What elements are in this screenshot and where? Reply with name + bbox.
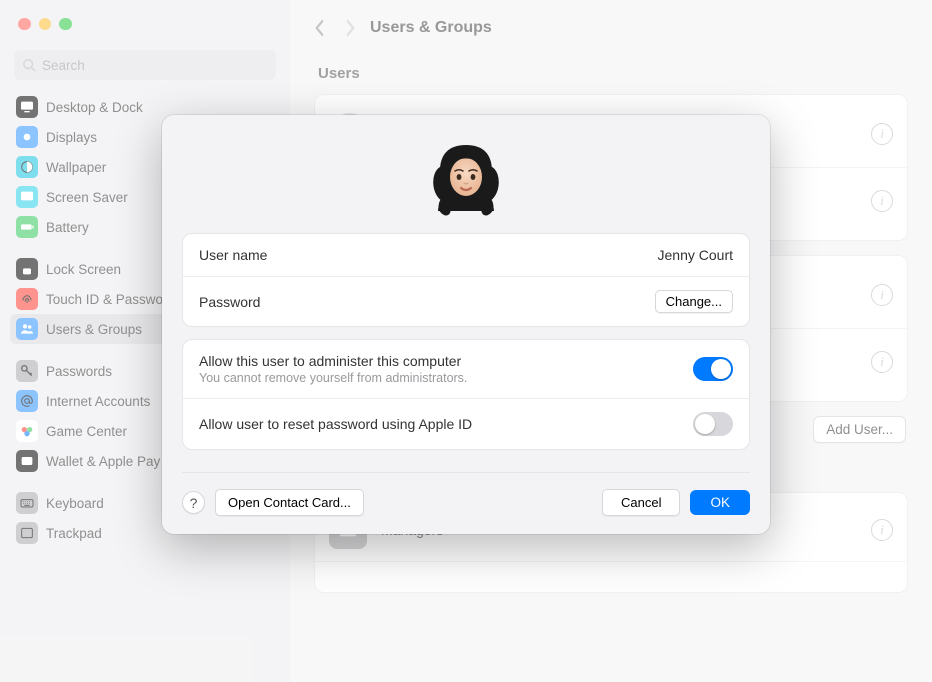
admin-row: Allow this user to administer this compu… xyxy=(183,340,749,398)
cancel-button[interactable]: Cancel xyxy=(602,489,680,516)
password-row: Password Change... xyxy=(183,276,749,326)
apple-id-label: Allow user to reset password using Apple… xyxy=(199,416,693,432)
dialog-card-2: Allow this user to administer this compu… xyxy=(182,339,750,450)
help-button[interactable]: ? xyxy=(182,491,205,514)
ok-button[interactable]: OK xyxy=(690,490,750,515)
username-label: User name xyxy=(199,247,658,263)
change-password-button[interactable]: Change... xyxy=(655,290,733,313)
dialog-card-1: User name Jenny Court Password Change... xyxy=(182,233,750,327)
user-edit-dialog: User name Jenny Court Password Change...… xyxy=(162,115,770,534)
open-contact-card-button[interactable]: Open Contact Card... xyxy=(215,489,364,516)
user-avatar[interactable] xyxy=(426,137,506,217)
dialog-footer: ? Open Contact Card... Cancel OK xyxy=(182,472,750,516)
admin-toggle[interactable] xyxy=(693,357,733,381)
password-label: Password xyxy=(199,294,655,310)
username-row: User name Jenny Court xyxy=(183,234,749,276)
username-value: Jenny Court xyxy=(658,247,733,263)
apple-id-toggle[interactable] xyxy=(693,412,733,436)
admin-sublabel: You cannot remove yourself from administ… xyxy=(199,371,693,385)
admin-label: Allow this user to administer this compu… xyxy=(199,353,693,369)
apple-id-row: Allow user to reset password using Apple… xyxy=(183,398,749,449)
